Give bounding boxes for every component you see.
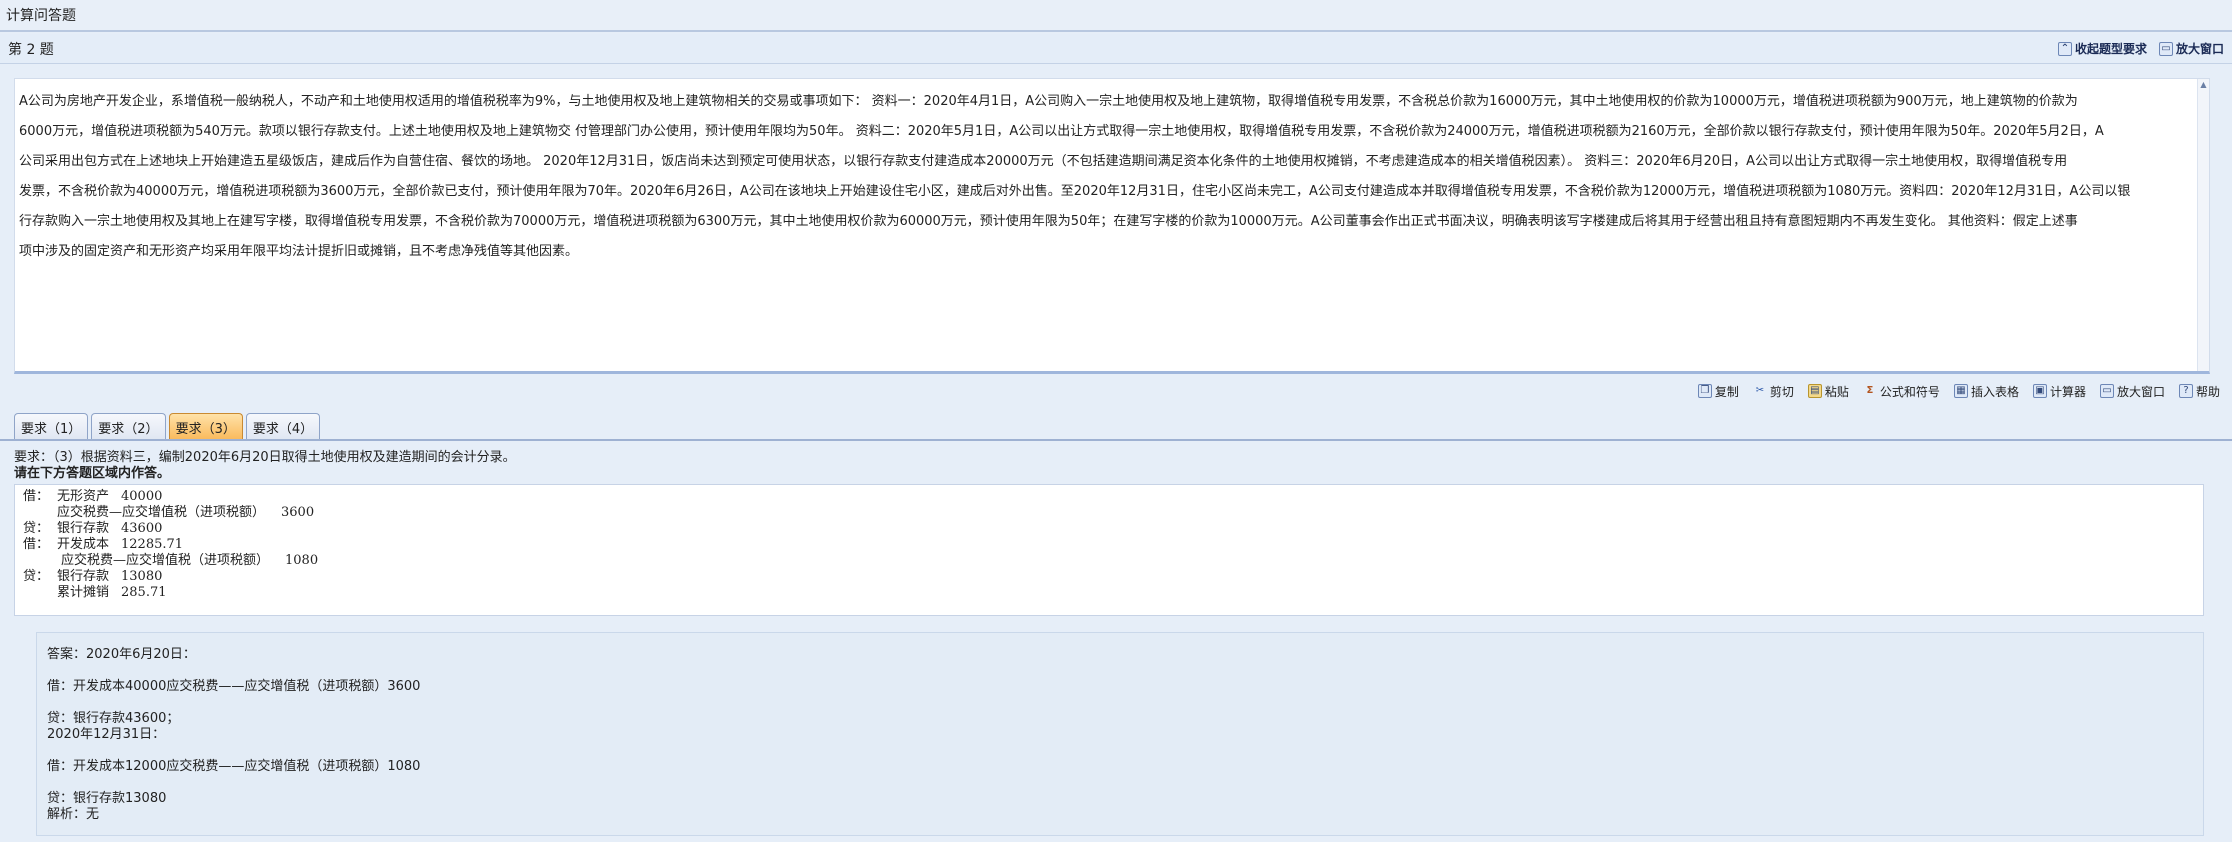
formula-symbol-button[interactable]: Σ 公式和符号 [1863, 383, 1940, 400]
toolbar-maximize-label: 放大窗口 [2116, 384, 2165, 399]
requirement-tabs: 要求（1） 要求（2） 要求（3） 要求（4） [14, 412, 321, 440]
journal-line: 借： 开发成本 12285.71 [23, 537, 2203, 553]
copy-label: 复制 [1714, 384, 1739, 399]
journal-line-amount: 13080 [121, 569, 163, 584]
journal-line-account: 开发成本 [57, 537, 110, 552]
journal-line-direction [23, 553, 57, 569]
answer-heading: 答案：2020年6月20日： [47, 647, 196, 662]
scroll-up-arrow-icon[interactable]: ▲ [2198, 79, 2209, 91]
reference-answer-panel: 答案：2020年6月20日： 借：开发成本40000应交税费——应交增值税（进项… [36, 632, 2204, 836]
stem-line: 公司采用出包方式在上述地块上开始建造五星级饭店，建成后作为自营住宿、餐饮的场地。… [19, 154, 2068, 169]
calculator-button[interactable]: ▣ 计算器 [2032, 383, 2086, 400]
help-label: 帮助 [2195, 384, 2220, 399]
maximize-window-icon: ▭ [2158, 41, 2173, 56]
tab-requirement-3[interactable]: 要求（3） [168, 413, 243, 440]
maximize-window-link[interactable]: ▭ 放大窗口 [2158, 40, 2224, 57]
answer-hint: 请在下方答题区域内作答。 [14, 466, 171, 481]
journal-line-amount: 1080 [285, 553, 319, 568]
collapse-requirements-label: 收起题型要求 [2074, 42, 2147, 56]
answer-line: 借：开发成本12000应交税费——应交增值税（进项税额）1080 [47, 759, 421, 774]
requirement-text: 要求：（3）根据资料三，编制2020年6月20日取得土地使用权及建造期间的会计分… [14, 450, 516, 465]
journal-line-account: 银行存款 [57, 521, 110, 536]
journal-line-direction: 贷： [23, 521, 50, 536]
stem-line: 发票，不含税价款为40000万元，增值税进项税额为3600万元，全部价款已支付，… [19, 184, 2131, 199]
answer-line: 贷：银行存款43600； [47, 711, 180, 726]
maximize-window-label: 放大窗口 [2175, 42, 2224, 56]
journal-line-amount: 43600 [121, 521, 163, 536]
cut-icon: ✂ [1755, 385, 1765, 396]
answer-line: 贷：银行存款13080 [47, 791, 167, 806]
sigma-icon: Σ [1866, 385, 1874, 396]
journal-line-direction [23, 585, 57, 601]
answer-date: 2020年12月31日： [47, 727, 166, 742]
top-bar: 计算问答题 [0, 0, 2232, 32]
copy-button[interactable]: ❐ 复制 [1697, 383, 1739, 400]
help-icon: ? [2178, 384, 2193, 398]
paste-button[interactable]: ▤ 粘贴 [1807, 383, 1849, 400]
journal-line-account: 银行存款 [57, 569, 110, 584]
insert-table-label: 插入表格 [1970, 384, 2019, 399]
question-number: 第 2 题 [8, 41, 54, 58]
editor-toolbar: ❐ 复制 ✂ 剪切 ▤ 粘贴 Σ 公式和符号 ▦ 插入表格 ▣ 计算器 ▭ 放大… [1680, 378, 2220, 404]
paste-icon: ▤ [1807, 384, 1822, 398]
journal-line: 累计摊销 285.71 [23, 585, 2203, 601]
stem-line: A公司为房地产开发企业，系增值税一般纳税人，不动产和土地使用权适用的增值税税率为… [19, 94, 2078, 109]
journal-line: 贷： 银行存款 43600 [23, 521, 2203, 537]
formula-symbol-label: 公式和符号 [1879, 384, 1940, 399]
journal-line-direction: 贷： [23, 569, 50, 584]
journal-line-account: 累计摊销 [57, 585, 110, 600]
collapse-requirements-link[interactable]: ⌃ 收起题型要求 [2057, 40, 2147, 57]
stem-line: 行存款购入一宗土地使用权及其地上在建写字楼，取得增值税专用发票，不含税价款为70… [19, 214, 2078, 229]
answer-line: 借：开发成本40000应交税费——应交增值税（进项税额）3600 [47, 679, 421, 694]
calculator-label: 计算器 [2049, 384, 2086, 399]
answer-textarea[interactable]: 借： 无形资产 40000 应交税费—应交增值税（进项税额） 3600 贷： 银行存款 4… [14, 484, 2204, 616]
journal-line-direction [23, 505, 57, 521]
question-header: 第 2 题 ⌃ 收起题型要求 ▭ 放大窗口 [0, 34, 2232, 64]
section-title: 计算问答题 [6, 8, 76, 24]
journal-line: 应交税费—应交增值税（进项税额） 1080 [23, 553, 2203, 569]
journal-line-account: 无形资产 [57, 489, 110, 504]
copy-icon: ❐ [1697, 384, 1712, 398]
journal-line-amount: 3600 [281, 505, 315, 520]
journal-line-direction: 借： [23, 537, 50, 552]
journal-line: 贷： 银行存款 13080 [23, 569, 2203, 585]
toolbar-maximize-button[interactable]: ▭ 放大窗口 [2099, 383, 2165, 400]
table-icon: ▦ [1953, 384, 1968, 398]
journal-line: 借： 无形资产 40000 [23, 489, 2203, 505]
journal-line-direction: 借： [23, 489, 50, 504]
stem-line: 6000万元，增值税进项税额为540万元。款项以银行存款支付。上述土地使用权及地… [19, 124, 2104, 139]
journal-line-account: 应交税费—应交增值税（进项税额） [61, 553, 270, 568]
tab-requirement-1[interactable]: 要求（1） [14, 413, 89, 440]
tab-requirement-2[interactable]: 要求（2） [91, 413, 166, 440]
question-header-links: ⌃ 收起题型要求 ▭ 放大窗口 [2057, 40, 2224, 57]
journal-line-amount: 40000 [121, 489, 163, 504]
journal-line-account: 应交税费—应交增值税（进项税额） [57, 505, 266, 520]
stem-line: 项中涉及的固定资产和无形资产均采用年限平均法计提折旧或摊销，且不考虑净残值等其他… [19, 244, 579, 259]
collapse-icon: ⌃ [2057, 41, 2072, 56]
tab-requirement-4[interactable]: 要求（4） [245, 413, 321, 440]
tab-divider [0, 439, 2232, 441]
journal-line-amount: 285.71 [121, 585, 167, 600]
maximize-window-icon: ▭ [2099, 384, 2114, 398]
help-button[interactable]: ? 帮助 [2178, 383, 2220, 400]
cut-button[interactable]: ✂ 剪切 [1753, 383, 1794, 400]
requirement-block: 要求：（3）根据资料三，编制2020年6月20日取得土地使用权及建造期间的会计分… [14, 450, 516, 482]
journal-line-amount: 12285.71 [121, 537, 184, 552]
stem-scrollbar[interactable]: ▲ [2197, 79, 2209, 371]
journal-line: 应交税费—应交增值税（进项税额） 3600 [23, 505, 2203, 521]
calculator-icon: ▣ [2032, 384, 2047, 398]
question-stem: A公司为房地产开发企业，系增值税一般纳税人，不动产和土地使用权适用的增值税税率为… [14, 78, 2210, 374]
analysis-text: 解析：无 [47, 807, 100, 822]
paste-label: 粘贴 [1824, 384, 1849, 399]
cut-label: 剪切 [1769, 384, 1794, 399]
insert-table-button[interactable]: ▦ 插入表格 [1953, 383, 2019, 400]
